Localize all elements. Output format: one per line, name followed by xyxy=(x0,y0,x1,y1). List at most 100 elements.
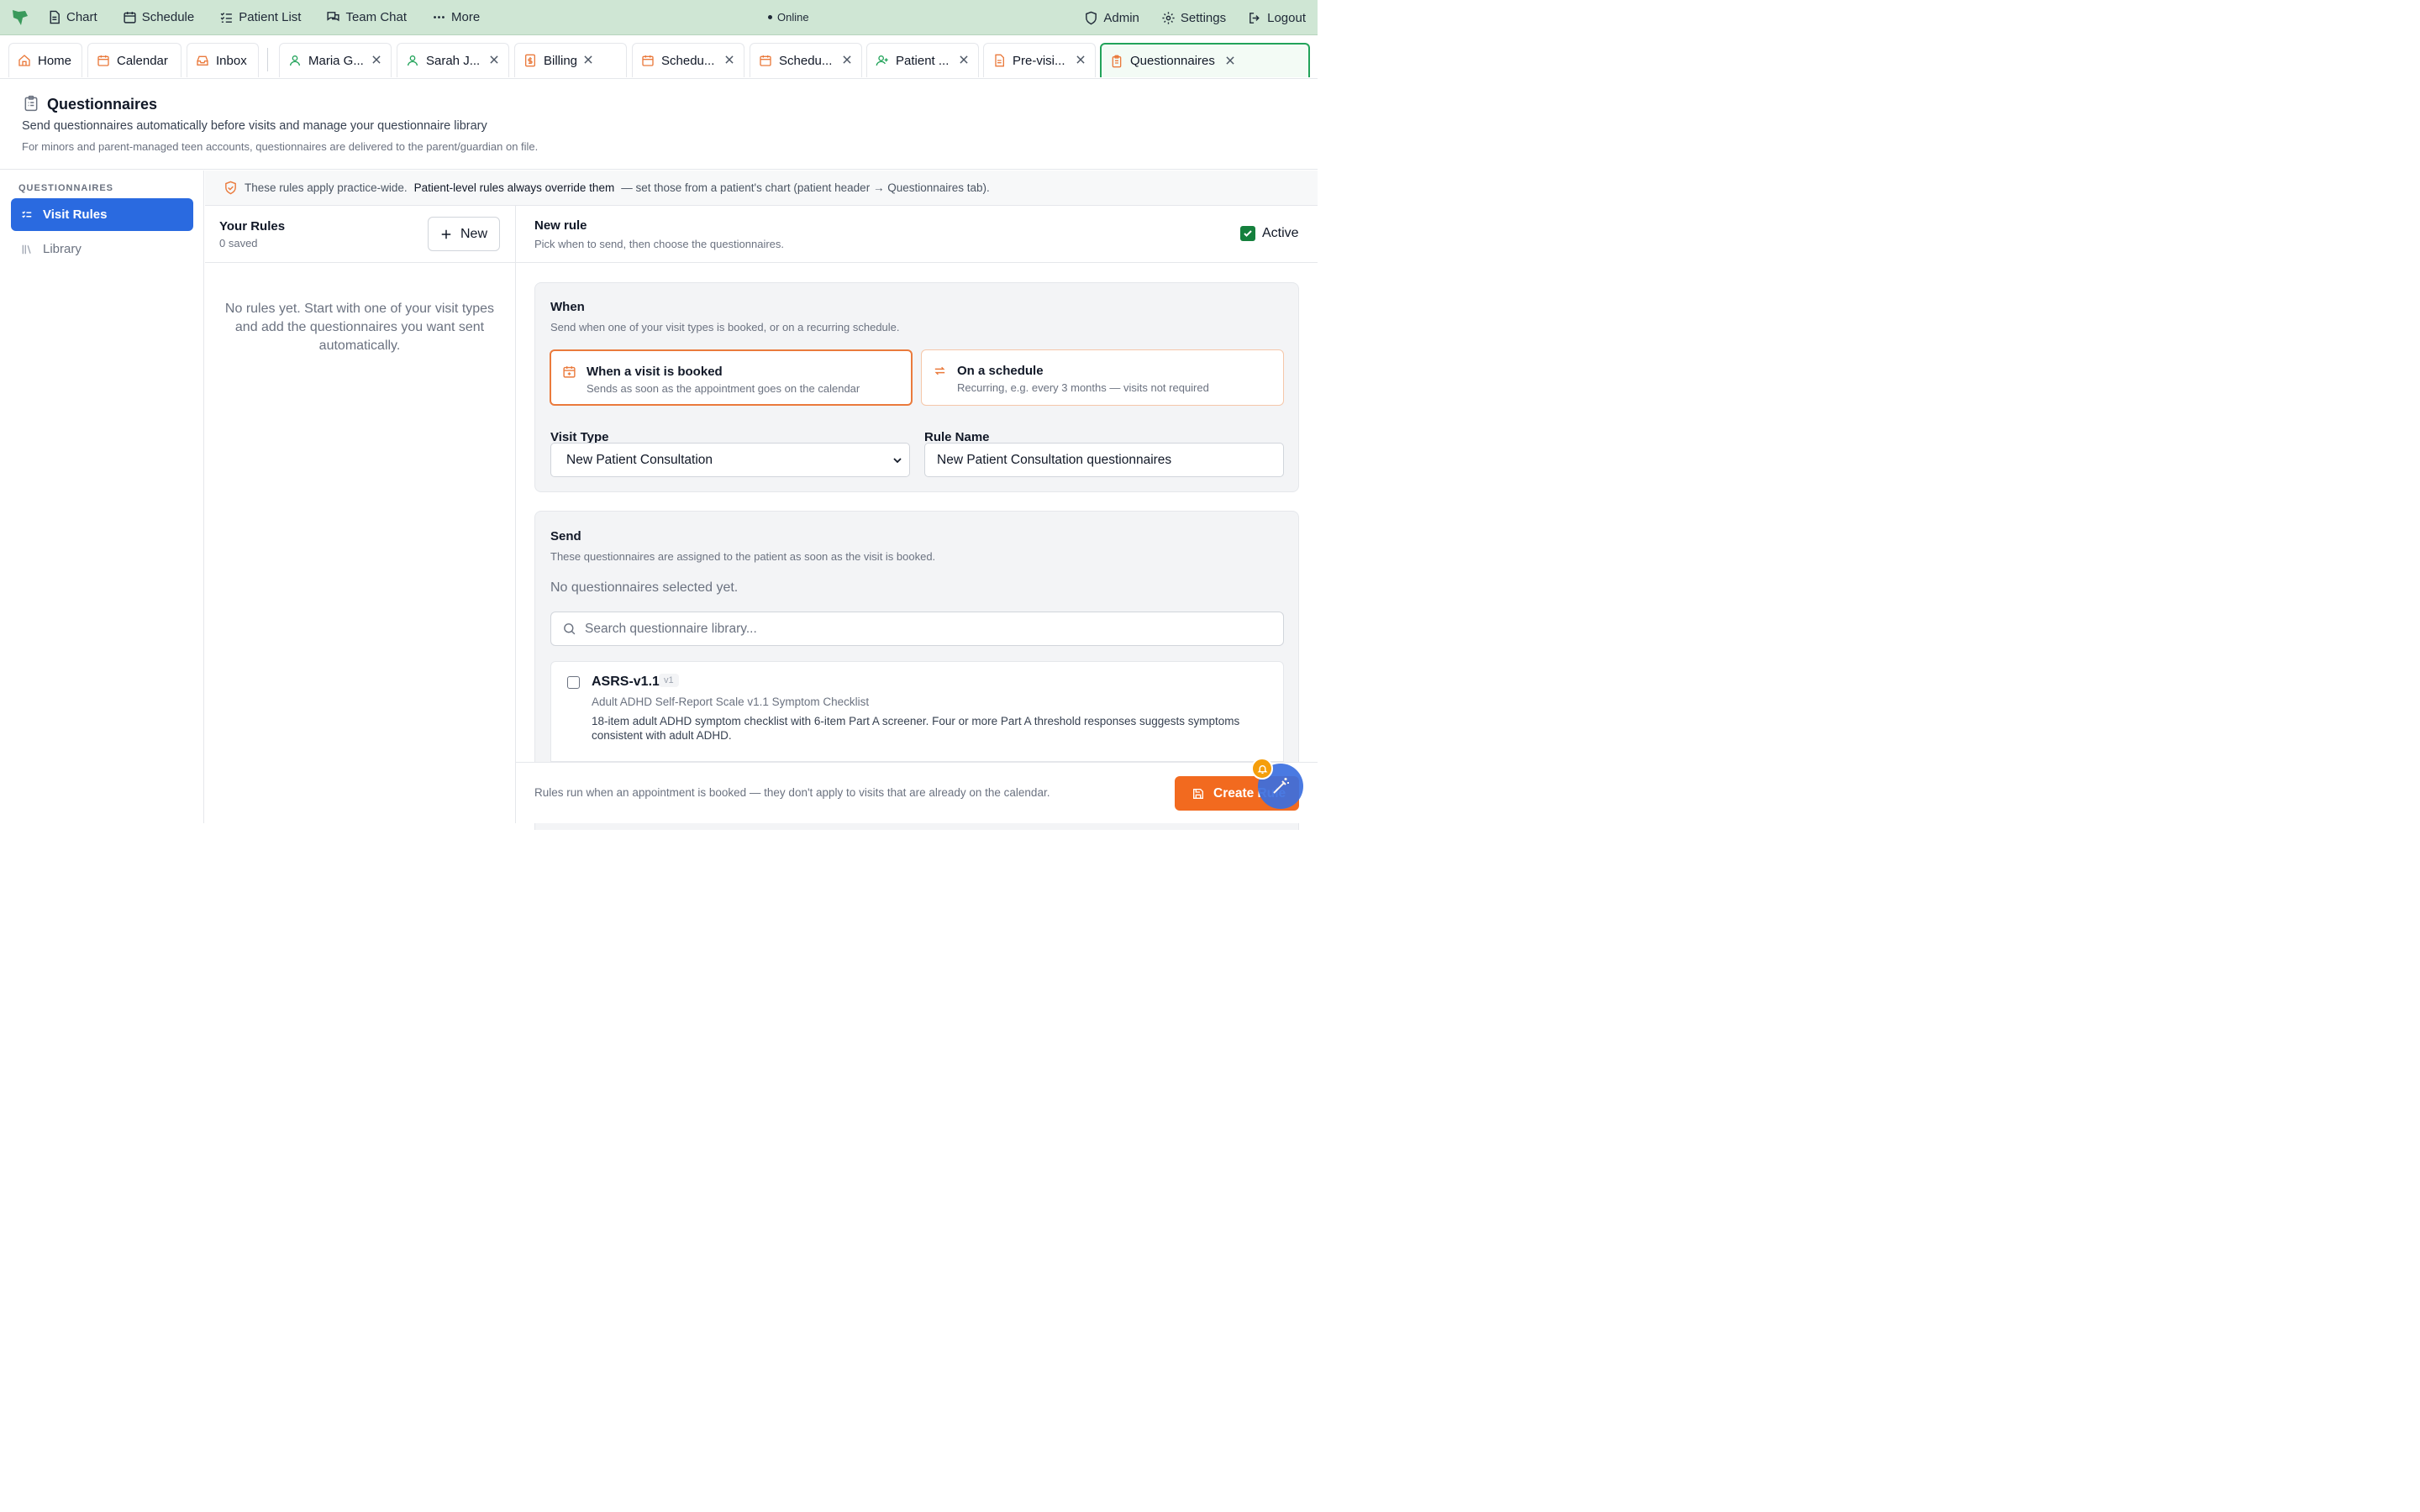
sidebar-item-label: Library xyxy=(43,242,82,256)
page-note: For minors and parent-managed teen accou… xyxy=(22,140,539,153)
tab-new-patient[interactable]: Patient ... xyxy=(866,43,979,77)
nav-schedule-label: Schedule xyxy=(141,10,195,24)
magic-wand-icon xyxy=(1273,778,1289,794)
tab-inbox[interactable]: Inbox xyxy=(187,43,259,77)
logout-icon xyxy=(1249,12,1260,24)
bell-icon xyxy=(1257,764,1267,774)
tab-label: Maria G... xyxy=(308,53,364,68)
rule-editor: New rule Pick when to send, then choose … xyxy=(516,206,1318,830)
nav-chart-label: Chart xyxy=(66,10,97,24)
nav-logout[interactable]: Logout xyxy=(1248,11,1306,25)
close-icon[interactable] xyxy=(841,54,853,66)
notification-bell[interactable] xyxy=(1251,758,1273,780)
new-rule-label: New xyxy=(460,226,487,241)
nav-admin[interactable]: Admin xyxy=(1084,11,1139,25)
close-icon[interactable] xyxy=(582,54,594,66)
nav-admin-label: Admin xyxy=(1103,10,1139,25)
questionnaire-checkbox[interactable] xyxy=(567,676,580,689)
close-icon[interactable] xyxy=(488,54,500,66)
new-rule-button[interactable]: New xyxy=(428,217,500,251)
tab-billing[interactable]: Billing xyxy=(514,43,627,77)
list-check-icon xyxy=(220,13,233,23)
questionnaire-name: ASRS-v1.1 xyxy=(592,675,660,689)
tab-label: Billing xyxy=(544,53,578,68)
rules-list-panel: Your Rules 0 saved New No rules yet. Sta… xyxy=(205,206,516,823)
document-icon xyxy=(995,54,1004,67)
editor-header: New rule Pick when to send, then choose … xyxy=(516,206,1318,263)
calendar-icon xyxy=(760,55,771,66)
sidebar-item-visit-rules[interactable]: Visit Rules xyxy=(11,198,193,231)
status-dot-icon xyxy=(768,15,772,19)
rules-title: Your Rules xyxy=(219,219,286,234)
online-status: Online xyxy=(768,11,809,24)
rules-count: 0 saved xyxy=(219,237,258,249)
send-subtitle: These questionnaires are assigned to the… xyxy=(550,550,936,563)
user-icon xyxy=(290,55,300,66)
questionnaire-search-input[interactable]: Search questionnaire library... xyxy=(550,612,1284,646)
nav-more-label: More xyxy=(451,10,481,24)
tab-pre-visit[interactable]: Pre-visi... xyxy=(983,43,1096,77)
user-plus-icon xyxy=(876,55,888,66)
editor-title: New rule xyxy=(534,218,587,233)
nav-team-chat[interactable]: Team Chat xyxy=(326,10,407,24)
nav-chart[interactable]: Chart xyxy=(47,10,97,24)
option-description: Recurring, e.g. every 3 months — visits … xyxy=(957,381,1209,394)
banner-text-tail: — set those from a patient's chart (pati… xyxy=(621,181,990,194)
tab-calendar[interactable]: Calendar xyxy=(87,43,182,77)
plus-icon xyxy=(441,229,451,239)
nav-settings[interactable]: Settings xyxy=(1161,11,1226,25)
close-icon[interactable] xyxy=(1075,54,1086,66)
close-icon[interactable] xyxy=(723,54,735,66)
app-logo-icon[interactable] xyxy=(10,8,30,28)
rule-name-input[interactable]: New Patient Consultation questionnaires xyxy=(924,443,1284,477)
billing-icon xyxy=(525,54,535,67)
clipboard-icon xyxy=(1112,55,1122,67)
rules-empty-state: No rules yet. Start with one of your vis… xyxy=(224,302,495,353)
tab-label: Schedu... xyxy=(779,53,833,68)
active-checkbox[interactable]: Active xyxy=(1240,226,1299,241)
questionnaire-item[interactable]: ASRS-v1.1 v1 Adult ADHD Self-Report Scal… xyxy=(550,661,1284,762)
close-icon[interactable] xyxy=(958,54,970,66)
online-status-label: Online xyxy=(777,11,809,24)
option-on-schedule[interactable]: On a schedule Recurring, e.g. every 3 mo… xyxy=(921,349,1284,406)
active-label: Active xyxy=(1262,226,1299,240)
version-badge: v1 xyxy=(659,674,679,687)
more-icon xyxy=(434,16,445,18)
shield-check-icon xyxy=(225,181,236,195)
banner-text: These rules apply practice-wide. xyxy=(245,181,408,194)
nav-more[interactable]: More xyxy=(432,10,480,24)
close-icon[interactable] xyxy=(371,54,382,66)
chat-icon xyxy=(327,12,340,22)
footer-note: Rules run when an appointment is booked … xyxy=(534,786,1050,799)
chevron-down-icon xyxy=(893,458,902,464)
tab-questionnaires[interactable]: Questionnaires xyxy=(1100,43,1310,77)
sidebar-item-library[interactable]: Library xyxy=(11,233,193,265)
editor-subtitle: Pick when to send, then choose the quest… xyxy=(534,238,785,250)
topbar-right-group: Admin Settings Logout xyxy=(1084,0,1306,35)
tab-patient-sarah[interactable]: Sarah J... xyxy=(397,43,509,77)
checkbox-checked-icon[interactable] xyxy=(1240,226,1255,241)
questionnaire-full-name: Adult ADHD Self-Report Scale v1.1 Sympto… xyxy=(592,696,870,708)
nav-patient-list[interactable]: Patient List xyxy=(219,10,301,24)
top-navigation-bar: Chart Schedule Patient List Team Chat Mo… xyxy=(0,0,1318,35)
practice-wide-banner: These rules apply practice-wide. Patient… xyxy=(205,171,1318,206)
tab-patient-maria[interactable]: Maria G... xyxy=(279,43,392,77)
tab-schedule-2[interactable]: Schedu... xyxy=(750,43,862,77)
nav-patient-list-label: Patient List xyxy=(239,10,302,24)
sidebar-heading: QUESTIONNAIRES xyxy=(18,183,114,193)
tab-home[interactable]: Home xyxy=(8,43,82,77)
nav-schedule[interactable]: Schedule xyxy=(123,10,195,24)
tab-label: Home xyxy=(38,53,72,68)
close-icon[interactable] xyxy=(1224,55,1236,66)
tab-schedule-1[interactable]: Schedu... xyxy=(632,43,744,77)
option-visit-booked[interactable]: When a visit is booked Sends as soon as … xyxy=(550,349,913,406)
visit-type-select[interactable]: New Patient Consultation xyxy=(550,443,910,477)
option-description: Sends as soon as the appointment goes on… xyxy=(587,382,860,395)
send-empty-state: No questionnaires selected yet. xyxy=(550,580,739,595)
when-panel: When Send when one of your visit types i… xyxy=(534,282,1299,492)
sidebar: QUESTIONNAIRES Visit Rules Library xyxy=(0,171,204,823)
page-title: Questionnaires xyxy=(47,96,158,113)
tab-label: Calendar xyxy=(117,53,168,68)
calendar-plus-icon xyxy=(563,366,576,378)
user-icon xyxy=(408,55,418,66)
